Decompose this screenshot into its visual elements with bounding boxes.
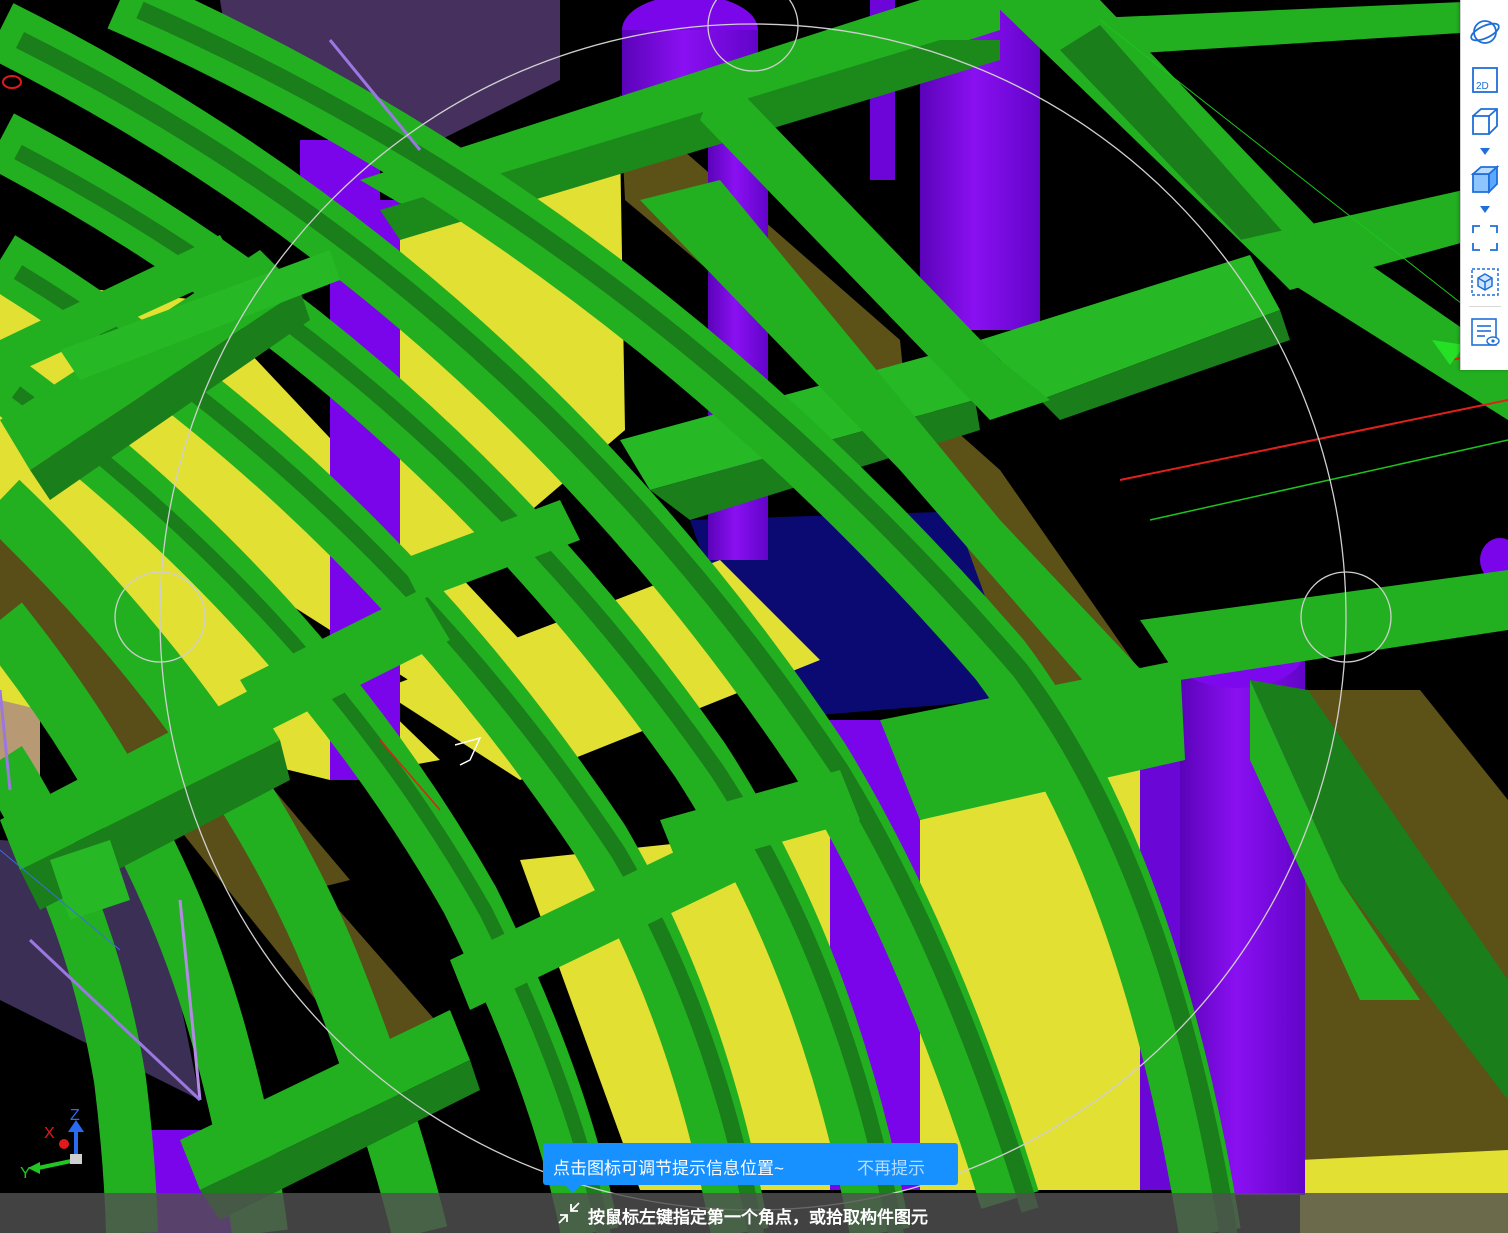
command-status-bar: 按鼠标左键指定第一个角点，或拾取构件图元: [0, 1193, 1508, 1233]
render-mode-dropdown[interactable]: [1477, 203, 1493, 215]
display-settings-button[interactable]: [1467, 314, 1503, 350]
tip-text: 点击图标可调节提示信息位置~: [553, 1159, 784, 1178]
axis-origin: [70, 1154, 82, 1164]
command-prompt-text: 按鼠标左键指定第一个角点，或拾取构件图元: [588, 1208, 928, 1227]
select-3d-button[interactable]: [1467, 264, 1503, 300]
list-eye-icon: [1471, 318, 1500, 346]
tip-dismiss-link[interactable]: 不再提示: [857, 1154, 925, 1179]
view-3d-dropdown[interactable]: [1477, 145, 1493, 157]
x-axis-marker: [59, 1139, 69, 1149]
toolbar-divider: [1469, 306, 1501, 307]
chevron-down-icon: [1480, 147, 1490, 155]
view-toolbar: 2D: [1460, 0, 1508, 370]
axes-indicator: Z X Y: [20, 1107, 84, 1182]
collapse-arrows-icon[interactable]: [558, 1202, 580, 1224]
cube-solid-icon: [1470, 165, 1500, 195]
view-2d-button[interactable]: 2D: [1467, 62, 1503, 98]
fullscreen-corners-icon: [1472, 225, 1498, 251]
3d-viewport[interactable]: Z X Y: [0, 0, 1508, 1233]
view-3d-solid-button[interactable]: [1467, 162, 1503, 198]
y-axis-label: Y: [20, 1165, 31, 1182]
x-axis-label: X: [44, 1125, 55, 1142]
orbit-icon: [1470, 20, 1500, 44]
cube-in-box-icon: [1471, 268, 1499, 296]
tip-bubble[interactable]: 点击图标可调节提示信息位置~ 不再提示: [543, 1143, 958, 1193]
orbit-button[interactable]: [1467, 14, 1503, 50]
z-axis-label: Z: [70, 1107, 80, 1124]
chevron-down-icon: [1480, 205, 1490, 213]
structure-model-scene[interactable]: [0, 0, 1508, 1233]
view-2d-icon: 2D: [1472, 67, 1498, 93]
tip-pointer: [565, 1185, 581, 1193]
cube-outline-icon: [1472, 108, 1498, 135]
view-3d-wire-button[interactable]: [1467, 104, 1503, 140]
view-2d-label: 2D: [1476, 81, 1489, 92]
fullscreen-button[interactable]: [1467, 220, 1503, 256]
